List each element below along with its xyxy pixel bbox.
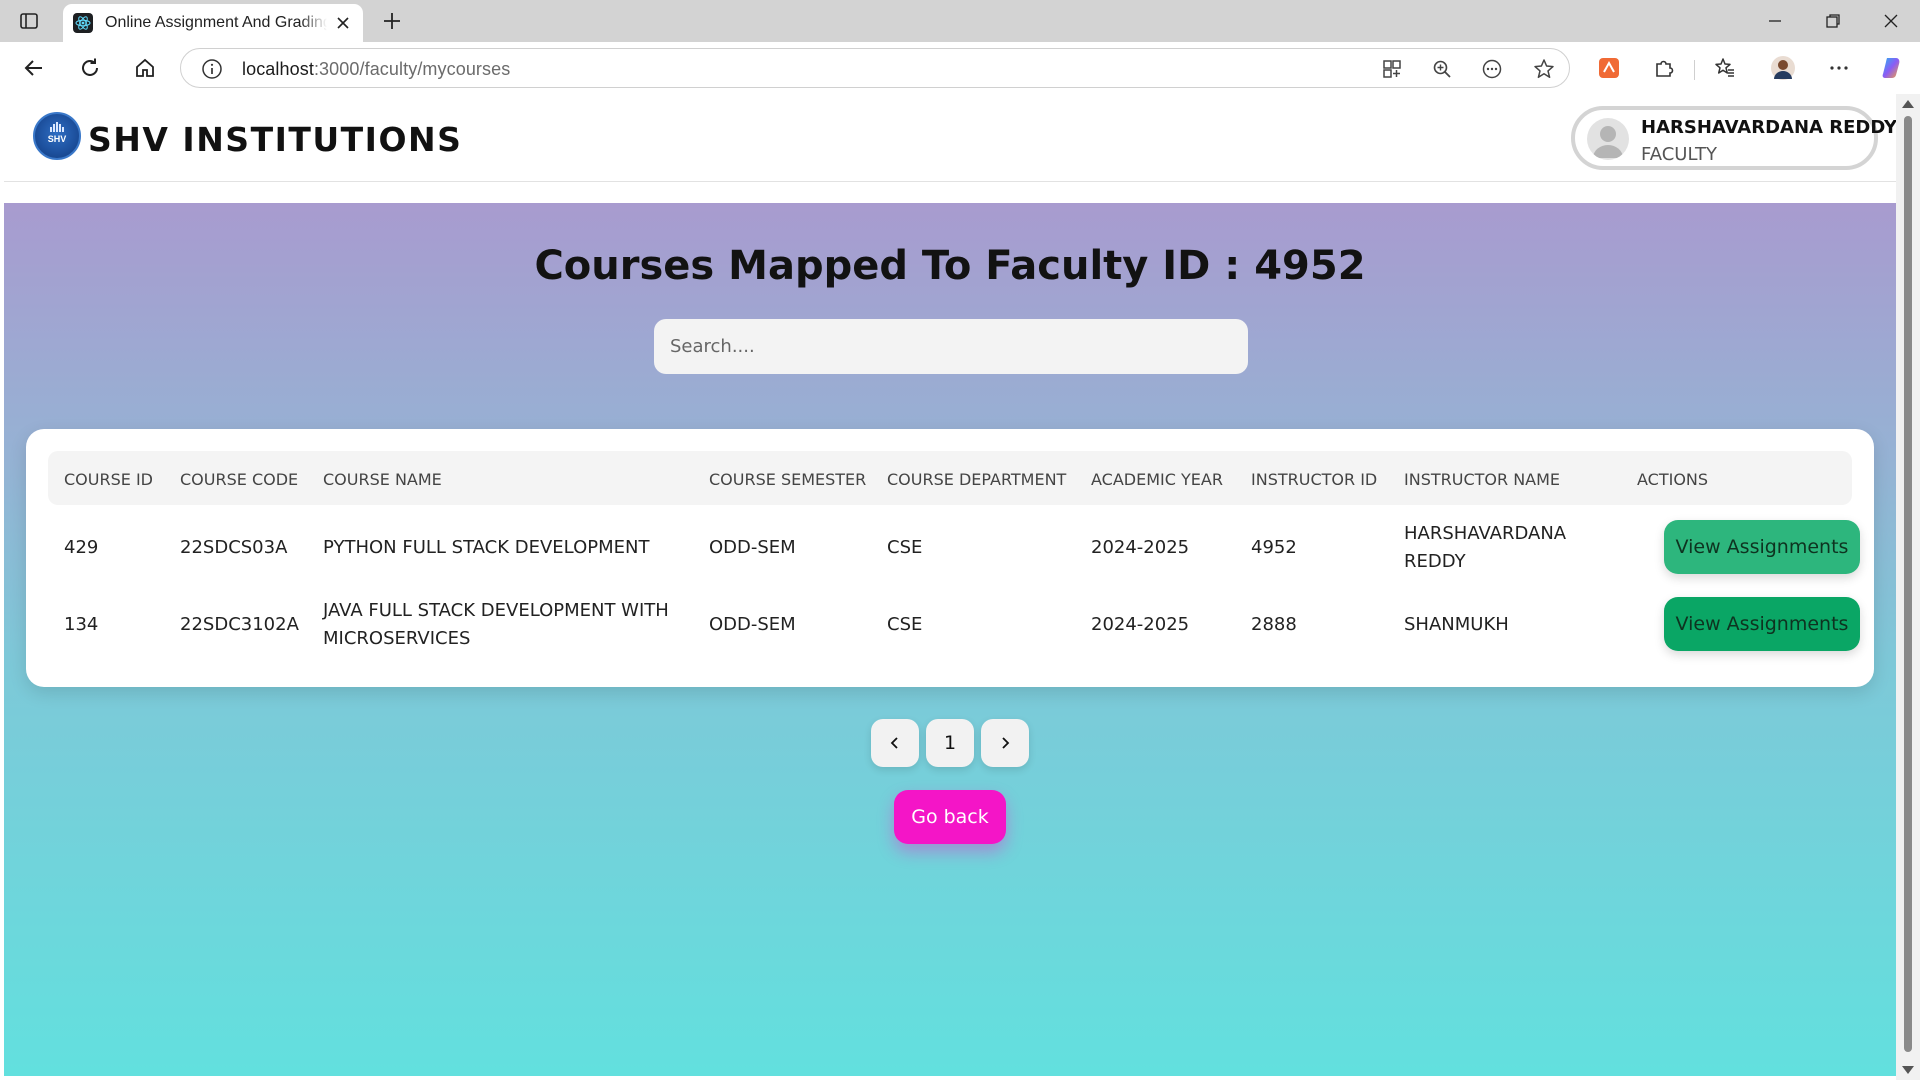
reload-icon[interactable] <box>76 54 104 82</box>
minimize-icon[interactable] <box>1762 8 1788 34</box>
back-arrow-icon[interactable] <box>20 54 48 82</box>
svg-text:SHV: SHV <box>48 134 67 144</box>
page-title: Courses Mapped To Faculty ID : 4952 <box>534 243 1366 289</box>
scroll-down-arrow-icon[interactable] <box>1902 1066 1914 1074</box>
extension-orange-icon[interactable] <box>1595 54 1623 82</box>
courses-table-card: COURSE ID COURSE CODE COURSE NAME COURSE… <box>26 429 1874 687</box>
column-header-course-code: COURSE CODE <box>180 470 299 489</box>
close-tab-icon[interactable] <box>333 13 353 33</box>
restore-icon[interactable] <box>1820 8 1846 34</box>
institution-logo: SHV <box>33 112 81 160</box>
cell-semester: ODD-SEM <box>709 537 796 558</box>
settings-more-icon[interactable] <box>1825 54 1853 82</box>
go-back-button[interactable]: Go back <box>894 790 1006 844</box>
cell-course-id: 134 <box>64 614 99 635</box>
column-header-course-semester: COURSE SEMESTER <box>709 470 867 489</box>
table-row: 429 22SDCS03A PYTHON FULL STACK DEVELOPM… <box>48 511 1860 587</box>
app-grid-icon[interactable] <box>1381 58 1403 80</box>
cell-course-name: JAVA FULL STACK DEVELOPMENT WITH MICROSE… <box>323 600 669 649</box>
site-info-icon[interactable] <box>201 58 223 80</box>
user-profile-chip[interactable]: HARSHAVARDANA REDDY FACULTY <box>1571 106 1896 170</box>
copilot-icon[interactable] <box>1879 54 1907 82</box>
column-header-course-name: COURSE NAME <box>323 470 442 489</box>
column-header-actions: ACTIONS <box>1637 470 1709 489</box>
cell-course-id: 429 <box>64 537 99 558</box>
zoom-icon[interactable] <box>1431 58 1453 80</box>
cell-department: CSE <box>887 614 923 635</box>
toolbar-separator <box>1694 60 1695 80</box>
browser-tab-active[interactable]: Online Assignment And Grading System <box>63 4 363 42</box>
cell-course-name: PYTHON FULL STACK DEVELOPMENT <box>323 537 650 558</box>
chevron-left-icon <box>890 737 898 749</box>
column-header-course-id: COURSE ID <box>64 470 153 489</box>
brand-name: SHV INSTITUTIONS <box>88 120 463 159</box>
cell-instructor-id: 4952 <box>1251 537 1297 558</box>
column-header-instructor-id: INSTRUCTOR ID <box>1251 470 1378 489</box>
address-bar[interactable]: localhost:3000/faculty/mycourses <box>180 48 1570 88</box>
new-tab-icon[interactable] <box>380 9 404 33</box>
user-role: FACULTY <box>1641 144 1717 165</box>
favorites-icon[interactable] <box>1711 54 1739 82</box>
browser-toolbar: localhost:3000/faculty/mycourses <box>0 42 1920 94</box>
react-favicon-icon <box>73 13 93 33</box>
table-header: COURSE ID COURSE CODE COURSE NAME COURSE… <box>48 451 1852 505</box>
home-icon[interactable] <box>131 54 159 82</box>
main-content: Courses Mapped To Faculty ID : 4952 COUR… <box>4 203 1896 1076</box>
cell-course-code: 22SDC3102A <box>180 614 299 635</box>
table-row: 134 22SDC3102A JAVA FULL STACK DEVELOPME… <box>48 588 1860 664</box>
cell-instructor-name: SHANMUKH <box>1404 614 1509 635</box>
page-scrollbar[interactable] <box>1896 94 1920 1080</box>
column-header-academic-year: ACADEMIC YEAR <box>1091 470 1223 489</box>
profile-avatar-icon[interactable] <box>1769 54 1797 82</box>
cell-department: CSE <box>887 537 923 558</box>
view-assignments-button[interactable]: View Assignments <box>1664 520 1860 574</box>
site-header: SHV SHV INSTITUTIONS HARSHAVARDANA REDDY… <box>4 94 1896 182</box>
close-window-icon[interactable] <box>1878 8 1904 34</box>
cell-course-code: 22SDCS03A <box>180 537 288 558</box>
sidebar-toggle-icon[interactable] <box>18 10 40 32</box>
scroll-up-arrow-icon[interactable] <box>1902 100 1914 108</box>
scrollbar-thumb[interactable] <box>1904 116 1912 1052</box>
cell-academic-year: 2024-2025 <box>1091 537 1190 558</box>
previous-page-button[interactable] <box>871 719 919 767</box>
column-header-course-department: COURSE DEPARTMENT <box>887 470 1067 489</box>
web-page: SHV SHV INSTITUTIONS HARSHAVARDANA REDDY… <box>4 94 1896 1076</box>
address-url: localhost:3000/faculty/mycourses <box>242 59 511 79</box>
extensions-puzzle-icon[interactable] <box>1650 54 1678 82</box>
next-page-button[interactable] <box>981 719 1029 767</box>
browser-tab-bar: Online Assignment And Grading System <box>0 0 1920 42</box>
column-header-instructor-name: INSTRUCTOR NAME <box>1404 470 1561 489</box>
cell-instructor-name: HARSHAVARDANA REDDY <box>1404 523 1567 572</box>
cell-semester: ODD-SEM <box>709 614 796 635</box>
cell-academic-year: 2024-2025 <box>1091 614 1190 635</box>
user-avatar-icon <box>1587 118 1629 160</box>
view-assignments-button[interactable]: View Assignments <box>1664 597 1860 651</box>
page-number-button[interactable]: 1 <box>926 719 974 767</box>
cell-instructor-id: 2888 <box>1251 614 1297 635</box>
search-input[interactable] <box>654 319 1248 374</box>
tab-title: Online Assignment And Grading System <box>105 14 327 31</box>
user-name: HARSHAVARDANA REDDY <box>1641 117 1896 138</box>
chevron-right-icon <box>1002 737 1010 749</box>
favorite-star-icon[interactable] <box>1533 58 1555 80</box>
more-tools-icon[interactable] <box>1481 58 1503 80</box>
